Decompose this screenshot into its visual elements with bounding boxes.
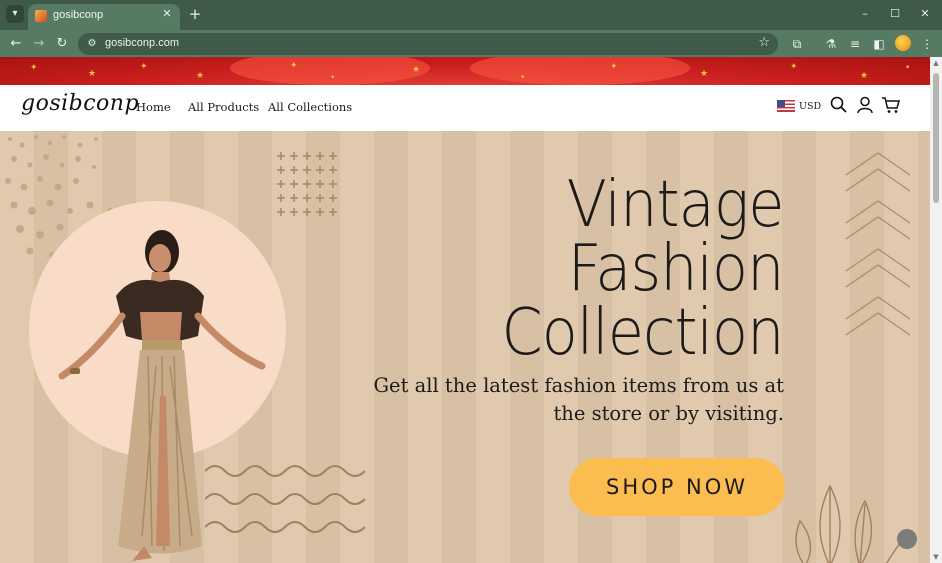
star-icon[interactable]: ☆ (758, 35, 770, 50)
active-tab[interactable]: gosibconp ✕ (28, 4, 180, 30)
site-info-icon[interactable]: ⚙ (85, 37, 99, 51)
chevron-pattern-decoration (845, 152, 911, 336)
sidebar-icon[interactable]: ◧ (870, 35, 888, 53)
hero-subtitle: Get all the latest fashion items from us… (373, 374, 784, 425)
nav-all-collections[interactable]: All Collections (268, 100, 352, 114)
labs-icon[interactable]: ⚗ (822, 35, 840, 53)
window-close-button[interactable]: ✕ (910, 5, 940, 23)
reading-list-icon[interactable]: ≡ (846, 35, 864, 53)
headline-line-3: Collection (501, 296, 785, 370)
chat-widget-button[interactable] (897, 529, 917, 549)
forward-icon[interactable]: → (29, 34, 49, 54)
shop-now-button[interactable]: SHOP NOW (569, 458, 785, 516)
tab-title: gosibconp (53, 9, 104, 21)
site-logo[interactable]: gosibconp (21, 91, 139, 116)
headline-line-1: Vintage (567, 168, 785, 242)
nav-all-products[interactable]: All Products (188, 100, 259, 114)
reload-icon[interactable]: ↻ (52, 34, 72, 54)
nav-home[interactable]: Home (136, 100, 171, 114)
address-bar[interactable]: ⚙ gosibconp.com ☆ (78, 33, 778, 55)
maximize-button[interactable]: ☐ (880, 5, 910, 23)
cart-icon[interactable] (881, 95, 901, 115)
browser-toolbar: ← → ↻ ⚙ gosibconp.com ☆ ⧉ ⚗ ≡ ◧ ⋮ (0, 30, 942, 57)
leaf-decoration (795, 484, 911, 563)
site-header: gosibconp Home All Products All Collecti… (0, 85, 930, 131)
new-tab-button[interactable]: + (186, 5, 204, 23)
currency-selector[interactable]: USD (799, 101, 821, 112)
minimize-button[interactable]: – (850, 5, 880, 23)
url-text[interactable]: gosibconp.com (105, 37, 179, 49)
hero-section: Vintage Fashion Collection Get all the l… (0, 131, 930, 563)
plus-pattern-decoration (276, 152, 338, 217)
site-favicon-icon (35, 10, 47, 22)
profile-avatar[interactable] (895, 35, 911, 51)
close-icon[interactable]: ✕ (160, 7, 174, 21)
menu-icon[interactable]: ⋮ (918, 35, 936, 53)
us-flag-icon[interactable] (777, 100, 795, 112)
scroll-down-icon[interactable]: ▼ (930, 551, 942, 563)
back-icon[interactable]: ← (6, 34, 26, 54)
browser-window: ▾ gosibconp ✕ + – ☐ ✕ ← → ↻ ⚙ gosibconp.… (0, 0, 942, 563)
page-scrollbar[interactable]: ▲ ▼ (930, 57, 942, 563)
hero-headline: Vintage Fashion Collection (477, 168, 785, 370)
model-photo (58, 230, 266, 561)
extensions-icon[interactable]: ⧉ (788, 35, 806, 53)
web-page: ✦ ★ ✦ ★ ✦ • ★ • ✦ ★ ✦ ★ • gosibconp Home… (0, 57, 930, 563)
promo-banner: ✦ ★ ✦ ★ ✦ • ★ • ✦ ★ ✦ ★ • (0, 57, 930, 85)
headline-line-2: Fashion (568, 232, 785, 306)
search-icon[interactable] (829, 95, 849, 115)
user-icon[interactable] (855, 95, 875, 115)
tab-search-button[interactable]: ▾ (6, 5, 24, 23)
tab-strip: ▾ gosibconp ✕ + – ☐ ✕ (0, 0, 942, 30)
scroll-up-icon[interactable]: ▲ (930, 57, 942, 69)
scroll-thumb[interactable] (933, 73, 939, 203)
